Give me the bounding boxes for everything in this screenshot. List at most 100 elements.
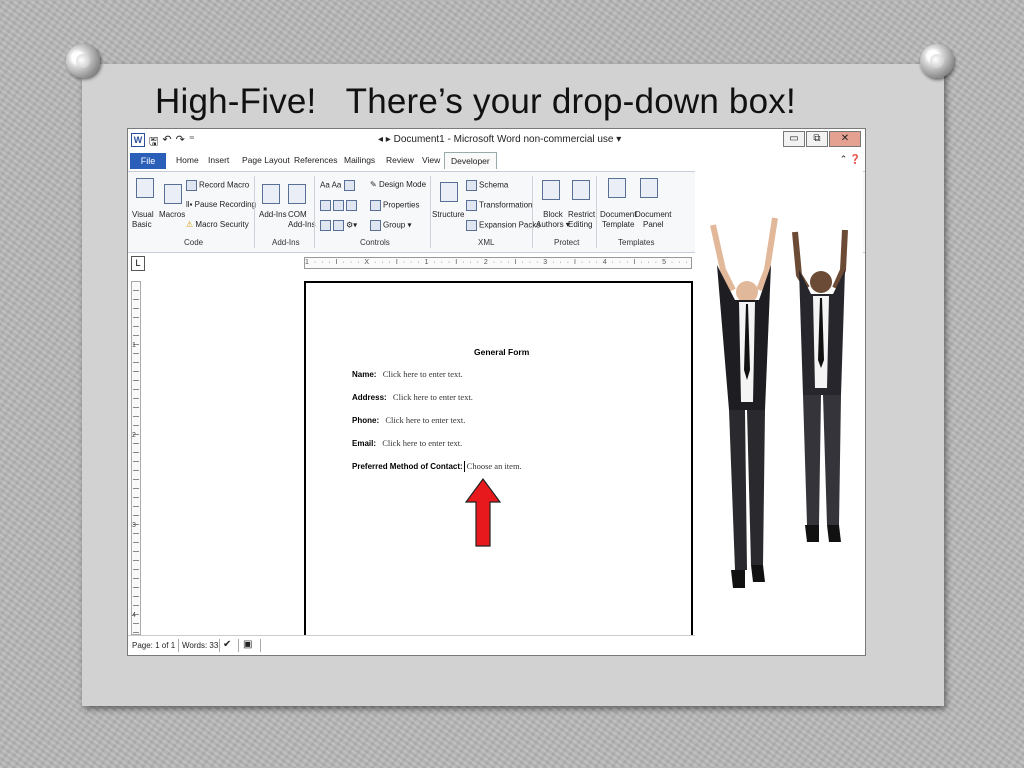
quick-access-toolbar: W 🖫 ↶ ↷ ⁼ <box>131 133 195 152</box>
field-label: Address: <box>352 393 387 402</box>
proofing-icon[interactable]: ✔ <box>223 639 231 650</box>
date-picker-icon <box>346 200 357 211</box>
save-icon[interactable]: 🖫 <box>149 133 158 152</box>
document-template-button[interactable]: Document Template <box>600 210 636 230</box>
vertical-ruler-ticks <box>133 282 139 634</box>
field-label: Phone: <box>352 416 380 425</box>
dropdown-icon <box>320 220 331 231</box>
com-addins-button[interactable]: COM Add-Ins <box>288 210 316 230</box>
macros-button[interactable]: Macros <box>159 210 185 220</box>
tab-selector[interactable]: L <box>131 256 145 271</box>
legacy-controls[interactable]: ⚙▾ <box>320 220 357 231</box>
undo-icon[interactable]: ↶ <box>162 133 171 152</box>
tab-mailings[interactable]: Mailings <box>344 155 375 165</box>
minimize-button[interactable]: ▭ <box>783 131 805 147</box>
pause-icon: ll▪ <box>186 200 195 209</box>
slide-title: High-Five! There’s your drop-down box! <box>155 82 796 121</box>
vertical-ruler[interactable]: 1 2 3 4 <box>131 281 141 635</box>
group-label: Group <box>383 220 406 230</box>
window-title-text: Document1 - Microsoft Word non-commercia… <box>393 134 614 145</box>
schema-button[interactable]: Schema <box>466 180 508 191</box>
celebration-photo <box>695 170 863 654</box>
field-label: Preferred Method of Contact: <box>352 462 463 471</box>
structure-button[interactable]: Structure <box>432 210 464 220</box>
record-macro-button[interactable]: Record Macro <box>186 180 249 191</box>
group-label-protect: Protect <box>554 238 580 247</box>
document-page[interactable]: General Form Name: Click here to enter t… <box>304 281 693 643</box>
macro-security-button[interactable]: ⚠ Macro Security <box>186 220 249 230</box>
group-label-controls: Controls <box>360 238 390 247</box>
tab-file[interactable]: File <box>130 153 166 169</box>
com-addins-label: Add-Ins <box>288 220 316 229</box>
restrict-editing-button[interactable]: Restrict Editing <box>568 210 595 230</box>
restrict-editing-icon <box>572 180 590 200</box>
visual-basic-icon <box>136 178 154 198</box>
tab-review[interactable]: Review <box>386 155 414 165</box>
group-label-xml: XML <box>478 238 495 247</box>
group-separator <box>314 176 315 248</box>
panel-label: Panel <box>643 220 664 229</box>
form-field-address: Address: Click here to enter text. <box>352 392 473 402</box>
document-label: Document <box>600 210 637 219</box>
field-label: Name: <box>352 370 377 379</box>
businessman-right <box>792 229 848 542</box>
tab-references[interactable]: References <box>294 155 337 165</box>
properties-button[interactable]: Properties <box>370 200 419 211</box>
minimize-ribbon-icon[interactable]: ⌃ <box>840 154 848 164</box>
businessman-left <box>710 217 778 588</box>
group-separator <box>532 176 533 248</box>
schema-label: Schema <box>479 180 509 190</box>
tab-home[interactable]: Home <box>176 155 199 165</box>
pause-recording-label: Pause Recording <box>194 200 256 209</box>
tab-page-layout[interactable]: Page Layout <box>242 155 290 165</box>
tab-insert[interactable]: Insert <box>208 155 229 165</box>
close-button[interactable]: ✕ <box>829 131 861 147</box>
customize-qat-icon[interactable]: ⁼ <box>189 133 195 152</box>
addins-button[interactable]: Add-Ins <box>259 210 287 220</box>
document-panel-button[interactable]: Document Panel <box>635 210 671 230</box>
restrict-label: Restrict <box>568 210 596 219</box>
name-content-control[interactable]: Click here to enter text. <box>383 369 463 379</box>
form-field-phone: Phone: Click here to enter text. <box>352 415 465 425</box>
contact-method-dropdown[interactable]: Choose an item. <box>467 461 522 471</box>
vruler-number: 2 <box>132 432 136 439</box>
properties-icon <box>370 200 381 211</box>
text-controls[interactable]: Aa Aa <box>320 180 357 191</box>
expansion-packs-button[interactable]: Expansion Packs <box>466 220 540 231</box>
document-area: General Form Name: Click here to enter t… <box>128 271 696 643</box>
macros-icon <box>164 184 182 204</box>
picture-controls[interactable] <box>320 200 359 211</box>
pause-recording-button[interactable]: ll▪ Pause Recording <box>186 200 256 210</box>
phone-content-control[interactable]: Click here to enter text. <box>385 415 465 425</box>
template-label: Template <box>602 220 635 229</box>
group-icon <box>370 220 381 231</box>
tab-view[interactable]: View <box>422 155 440 165</box>
address-content-control[interactable]: Click here to enter text. <box>393 392 473 402</box>
restore-button[interactable]: ⧉ <box>806 131 828 147</box>
tab-developer[interactable]: Developer <box>444 152 497 169</box>
page-count[interactable]: Page: 1 of 1 <box>132 641 175 650</box>
redo-icon[interactable]: ↷ <box>176 133 185 152</box>
macro-record-icon[interactable]: ▣ <box>243 639 252 650</box>
group-separator <box>430 176 431 248</box>
group-separator <box>254 176 255 248</box>
visual-basic-label: Visual Basic <box>132 210 154 229</box>
word-icon[interactable]: W <box>131 133 145 147</box>
ribbon-tabs: File Home Insert Page Layout References … <box>128 151 865 171</box>
design-mode-button[interactable]: ✎ Design Mode <box>370 180 426 190</box>
block-authors-button[interactable]: Block Authors ▾ <box>536 210 570 230</box>
group-label-templates: Templates <box>618 238 655 247</box>
help-icon[interactable]: ❓ <box>850 154 861 164</box>
schema-icon <box>466 180 477 191</box>
status-bar: Page: 1 of 1 Words: 33 ✔ ▣ <box>128 635 696 655</box>
record-macro-label: Record Macro <box>199 180 250 190</box>
window-controls: ▭ ⧉ ✕ <box>783 131 861 147</box>
horizontal-ruler[interactable]: 1 · · · I · · · X · · · I · · · 1 · · · … <box>304 257 692 269</box>
window-title: ◂ ▸ Document1 - Microsoft Word non-comme… <box>378 134 622 145</box>
visual-basic-button[interactable]: Visual Basic <box>132 210 154 230</box>
word-count[interactable]: Words: 33 <box>182 641 218 650</box>
transformation-button[interactable]: Transformation <box>466 200 533 211</box>
email-content-control[interactable]: Click here to enter text. <box>382 438 462 448</box>
group-button[interactable]: Group ▾ <box>370 220 411 231</box>
document-label: Document <box>635 210 672 219</box>
